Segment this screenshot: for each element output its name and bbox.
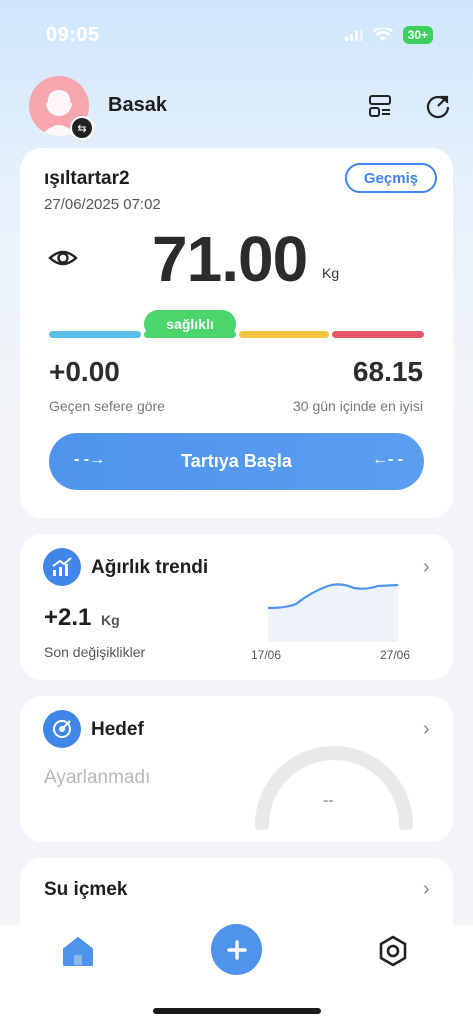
trend-unit: Kg [101,612,120,628]
trend-sparkline [267,583,399,642]
trend-change: +2.1 [44,604,92,631]
switch-user-icon[interactable]: ⇆ [70,116,94,140]
settings-icon[interactable] [376,934,410,973]
arrow-right-icon: - -→ [74,451,106,468]
water-title: Su içmek [44,879,128,900]
change-value: +0.00 [49,356,120,387]
device-name: ışıltartar2 [44,168,130,189]
home-icon[interactable] [61,934,95,973]
battery-indicator: 30+ [402,26,433,44]
layout-icon[interactable] [366,92,394,120]
wifi-icon [372,28,393,41]
goal-status: Ayarlanmadı [44,767,151,788]
start-weighing-button[interactable]: Tartıya Başla [49,433,424,490]
trend-chart-icon [43,548,81,586]
status-time: 09:05 [46,24,100,46]
home-indicator [153,1008,321,1014]
goal-gauge [255,746,413,830]
health-status-badge: sağlıklı [144,310,236,338]
refresh-icon[interactable] [424,92,452,120]
trend-subtitle: Son değişiklikler [44,644,146,660]
goal-title: Hedef [91,719,144,740]
arrow-left-icon: ←- - [372,451,404,468]
status-indicators: 30+ [344,26,433,44]
eye-icon[interactable] [48,246,78,275]
signal-icon [344,29,363,41]
measurement-date: 27/06/2025 07:02 [44,196,161,213]
best-label: 30 gün içinde en iyisi [293,398,423,414]
water-chevron-icon[interactable]: › [423,878,430,901]
plus-icon [226,939,247,960]
start-weighing-label: Tartıya Başla [181,451,292,471]
goal-chevron-icon[interactable]: › [423,718,430,741]
trend-title: Ağırlık trendi [91,557,209,578]
target-icon [43,710,81,748]
trend-chevron-icon[interactable]: › [423,556,430,579]
add-button[interactable] [211,924,262,975]
change-label: Geçen sefere göre [49,398,165,414]
trend-date-end: 27/06 [380,648,411,662]
best-value: 68.15 [352,356,423,387]
history-button[interactable]: Geçmiş [345,163,437,193]
bmi-bar-obese [332,331,424,338]
weight-unit: Kg [322,265,340,281]
goal-gauge-value: -- [323,792,334,809]
trend-date-start: 17/06 [251,648,282,662]
bmi-bar-over [239,331,329,338]
weight-value: 71.00 [152,223,308,295]
username: Basak [108,94,167,116]
bmi-bar-low [49,331,141,338]
